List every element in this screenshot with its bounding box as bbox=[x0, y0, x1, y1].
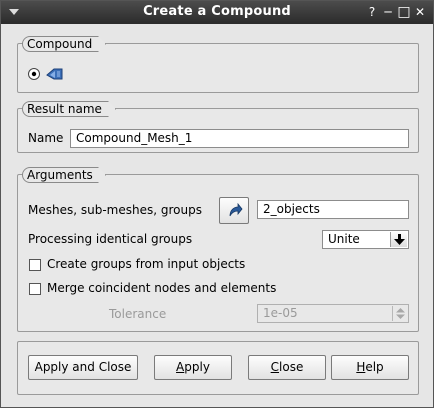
selection-arrow-icon bbox=[229, 203, 243, 217]
tolerance-spin-buttons[interactable] bbox=[392, 306, 407, 321]
minimize-button[interactable]: ─ bbox=[381, 5, 395, 19]
result-name-input[interactable]: Compound_Mesh_1 bbox=[70, 129, 409, 148]
tolerance-spinbox[interactable]: 1e-05 bbox=[257, 304, 409, 323]
compound-mesh-icon bbox=[46, 68, 63, 80]
help-label-rest: elp bbox=[365, 360, 384, 374]
tolerance-value: 1e-05 bbox=[263, 306, 298, 320]
compound-radio[interactable] bbox=[27, 67, 41, 81]
arguments-group-title: Arguments bbox=[22, 167, 106, 183]
apply-label-rest: pply bbox=[184, 360, 210, 374]
processing-label: Processing identical groups bbox=[28, 232, 193, 246]
title-bar: Create a Compound ? ─ □ ✕ bbox=[1, 1, 433, 24]
merge-nodes-checkbox[interactable] bbox=[29, 283, 41, 295]
help-mnemonic: H bbox=[356, 360, 366, 374]
processing-select-value: Unite bbox=[328, 232, 360, 246]
arguments-group: Arguments Meshes, sub-meshes, groups 2_o… bbox=[17, 174, 419, 332]
close-window-button[interactable]: ✕ bbox=[413, 5, 427, 19]
spin-arrows-icon bbox=[396, 308, 405, 319]
meshes-label: Meshes, sub-meshes, groups bbox=[28, 203, 202, 217]
result-name-group-title: Result name bbox=[22, 101, 116, 117]
apply-button[interactable]: Apply bbox=[154, 355, 232, 380]
maximize-button[interactable]: □ bbox=[397, 5, 411, 19]
compound-group-title: Compound bbox=[22, 36, 106, 52]
close-button[interactable]: Close bbox=[248, 355, 326, 380]
dropdown-button[interactable] bbox=[390, 232, 407, 247]
button-bar: Apply and Close Apply Close Help bbox=[17, 341, 419, 395]
create-groups-label: Create groups from input objects bbox=[47, 257, 246, 271]
select-meshes-button[interactable] bbox=[219, 197, 249, 224]
compound-group: Compound bbox=[17, 43, 419, 93]
close-label-rest: lose bbox=[279, 360, 304, 374]
help-button[interactable]: Help bbox=[331, 355, 409, 380]
merge-nodes-label: Merge coincident nodes and elements bbox=[47, 281, 277, 295]
down-arrow-icon bbox=[394, 234, 405, 245]
close-mnemonic: C bbox=[270, 360, 280, 374]
create-groups-checkbox[interactable] bbox=[29, 259, 41, 271]
tolerance-label: Tolerance bbox=[109, 307, 167, 321]
dialog-window: Create a Compound ? ─ □ ✕ Compound Resul… bbox=[0, 0, 434, 408]
meshes-input[interactable]: 2_objects bbox=[257, 200, 409, 219]
name-label: Name bbox=[28, 131, 64, 145]
result-name-group: Result name Name Compound_Mesh_1 bbox=[17, 108, 419, 153]
apply-and-close-button[interactable]: Apply and Close bbox=[28, 355, 138, 380]
help-titlebar-button[interactable]: ? bbox=[365, 5, 379, 19]
processing-select[interactable]: Unite bbox=[322, 230, 409, 249]
